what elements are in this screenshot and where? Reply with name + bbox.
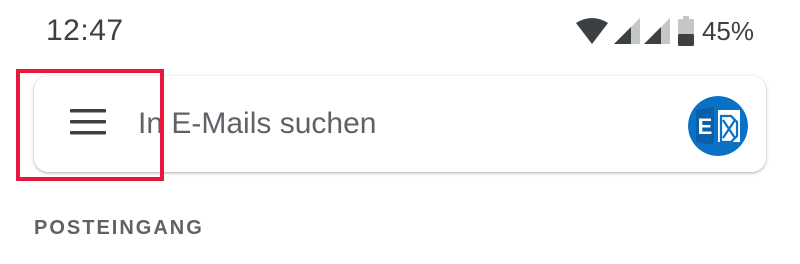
status-bar: 12:47 45% xyxy=(0,0,800,64)
exchange-icon: E xyxy=(688,96,748,156)
search-input[interactable]: In E-Mails suchen xyxy=(138,106,376,142)
signal-icon xyxy=(643,18,670,44)
battery-icon xyxy=(677,16,694,46)
section-title: POSTEINGANG xyxy=(34,217,204,239)
search-bar[interactable]: In E-Mails suchen E xyxy=(34,76,766,172)
menu-button[interactable] xyxy=(56,100,120,148)
svg-text:E: E xyxy=(698,114,713,139)
account-avatar[interactable]: E xyxy=(688,96,748,156)
wifi-icon xyxy=(575,18,608,44)
battery-percent: 45% xyxy=(701,16,754,46)
status-time: 12:47 xyxy=(46,14,124,47)
signal-icon xyxy=(613,18,640,44)
hamburger-menu-icon xyxy=(70,108,106,140)
status-icons: 45% xyxy=(575,13,754,49)
